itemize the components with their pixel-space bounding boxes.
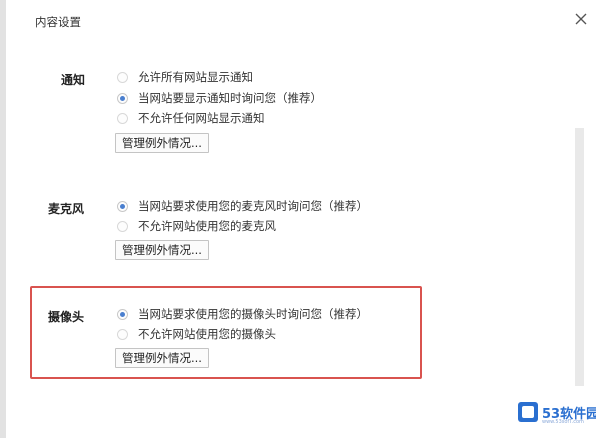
radio-button-checked[interactable] [117, 200, 128, 212]
microphone-manage-exceptions-button[interactable]: 管理例外情况... [115, 240, 209, 260]
dialog-title: 内容设置 [35, 15, 81, 29]
radio-notify-allow-all[interactable]: 允许所有网站显示通知 [117, 69, 253, 85]
radio-label: 不允许任何网站显示通知 [138, 111, 265, 125]
radio-camera-block[interactable]: 不允许网站使用您的摄像头 [117, 326, 276, 342]
close-icon [575, 13, 587, 25]
watermark-icon [518, 402, 538, 422]
radio-label: 当网站要显示通知时询问您（推荐） [138, 91, 322, 105]
watermark-logo: 53软件园 www.53sofT.com [518, 402, 596, 428]
radio-mic-block[interactable]: 不允许网站使用您的麦克风 [117, 218, 276, 234]
radio-label: 不允许网站使用您的麦克风 [138, 219, 276, 233]
radio-mic-ask[interactable]: 当网站要求使用您的麦克风时询问您（推荐） [117, 198, 368, 214]
left-edge-shade [0, 0, 6, 438]
radio-label: 允许所有网站显示通知 [138, 70, 253, 84]
scrollbar-thumb[interactable] [575, 128, 584, 386]
close-button[interactable] [572, 10, 590, 28]
radio-camera-ask[interactable]: 当网站要求使用您的摄像头时询问您（推荐） [117, 306, 368, 322]
section-label-camera: 摄像头 [48, 310, 85, 324]
radio-label: 当网站要求使用您的摄像头时询问您（推荐） [138, 307, 368, 321]
radio-label: 不允许网站使用您的摄像头 [138, 327, 276, 341]
radio-button-checked[interactable] [117, 308, 128, 320]
radio-button-checked[interactable] [117, 92, 128, 104]
watermark-subtext: www.53sofT.com [542, 419, 584, 425]
radio-button[interactable] [117, 71, 128, 83]
radio-notify-ask[interactable]: 当网站要显示通知时询问您（推荐） [117, 90, 322, 106]
section-label-microphone: 麦克风 [48, 202, 85, 216]
notifications-manage-exceptions-button[interactable]: 管理例外情况... [115, 133, 209, 153]
radio-notify-block-all[interactable]: 不允许任何网站显示通知 [117, 110, 265, 126]
radio-label: 当网站要求使用您的麦克风时询问您（推荐） [138, 199, 368, 213]
radio-button[interactable] [117, 220, 128, 232]
radio-button[interactable] [117, 328, 128, 340]
section-label-notifications: 通知 [61, 73, 86, 87]
radio-button[interactable] [117, 112, 128, 124]
camera-manage-exceptions-button[interactable]: 管理例外情况... [115, 348, 209, 368]
